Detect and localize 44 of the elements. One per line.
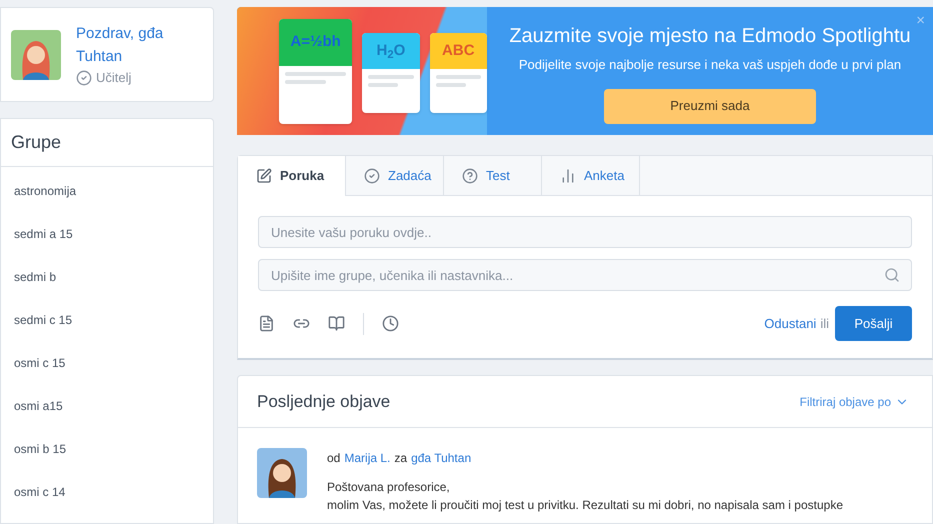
avatar-illustration [257,448,307,498]
card-label: ABC [442,40,475,61]
document-icon[interactable] [258,315,275,332]
greeting-link[interactable]: Pozdrav, gđa Tuhtan [76,22,186,68]
group-item[interactable]: osmi c 15 [1,341,213,384]
card-label: A=½bh [290,32,341,52]
author-link[interactable]: Marija L. [344,449,390,467]
check-circle-icon [76,70,92,86]
groups-title: Grupe [11,131,62,154]
composer-tab[interactable]: Poruka [238,156,346,196]
group-item[interactable]: astronomija [1,169,213,212]
message-field[interactable]: Unesite vašu poruku ovdje.. [258,216,912,248]
group-item[interactable]: sedmi c 15 [1,298,213,341]
group-item[interactable]: osmi a15 [1,384,213,427]
composer-tab[interactable]: Test [444,156,542,195]
composer-tab[interactable]: Zadaća [346,156,444,195]
download-button[interactable]: Preuzmi sada [604,88,816,124]
avatar-illustration [11,30,61,80]
send-button[interactable]: Pošalji [835,306,912,341]
check-circle-icon [364,168,380,184]
posts-title: Posljednje objave [257,390,390,413]
recipient-link[interactable]: gđa Tuhtan [411,449,472,467]
banner-subtitle: Podijelite svoje najbolje resurse i neka vaš uspjeh dođe u prvi plan [518,56,902,74]
group-item[interactable]: osmi c 14 [1,470,213,513]
book-icon[interactable] [328,315,345,332]
question-icon [462,168,478,184]
from-label: od [327,450,340,467]
cancel-link[interactable]: Odustani [764,314,816,334]
banner-title: Zauzmite svoje mjesto na Edmodo Spotlightu [509,24,911,49]
recipient-search-field[interactable]: Upišite ime grupe, učenika ili nastavnika... [258,259,912,291]
role-label: Učitelj [96,68,132,87]
composer-tab[interactable]: Anketa [542,156,640,195]
group-item[interactable]: sedmi b [1,255,213,298]
search-icon [884,267,900,283]
group-item[interactable]: osmi b 15 [1,427,213,470]
bar-chart-icon [560,168,576,184]
card-label: H$_{2}$O [376,40,406,62]
group-item[interactable]: sedmi a 15 [1,212,213,255]
or-label: ili [820,314,829,333]
post-text: molim Vas, možete li proučiti moj test u privitku. Rezultati su mi dobri, no napisala sam i postupke [327,497,843,514]
edit-icon [256,168,272,184]
post-text: Poštovana profesorice, [327,479,451,496]
clock-icon[interactable] [382,315,399,332]
to-label: za [394,450,408,467]
